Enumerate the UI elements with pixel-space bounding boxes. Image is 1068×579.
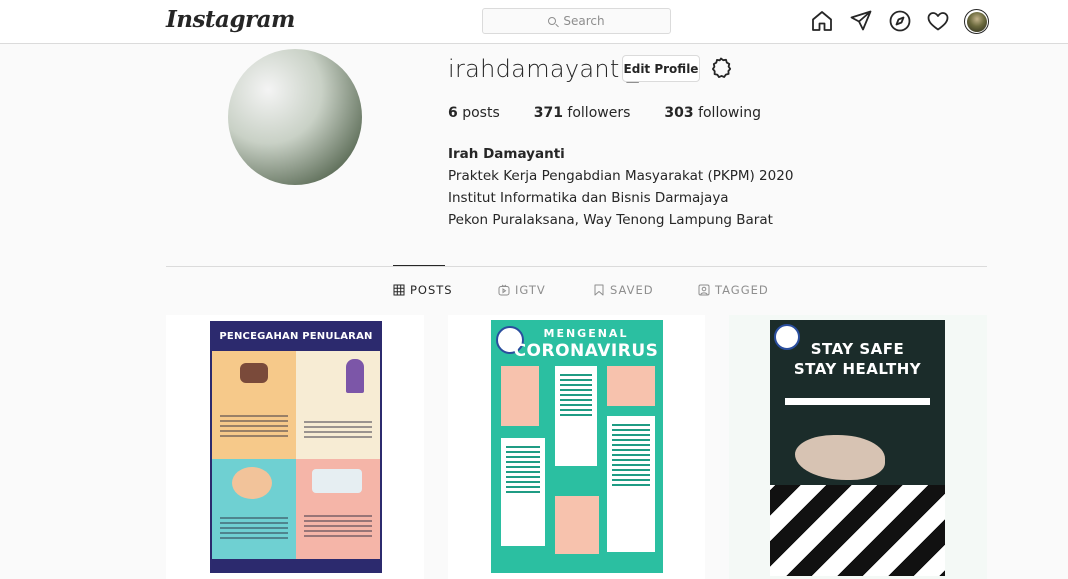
- post-thumbnail[interactable]: PENCEGAHAN PENULARAN: [166, 315, 424, 579]
- profile-bio: Irah Damayanti Praktek Kerja Pengabdian …: [448, 143, 793, 231]
- posts-count: 6 posts: [448, 105, 500, 121]
- poster-panel: [296, 351, 380, 459]
- bio-line: Pekon Puralaksana, Way Tenong Lampung Ba…: [448, 212, 773, 228]
- post-thumbnail[interactable]: STAY SAFE STAY HEALTHY: [729, 315, 987, 579]
- search-input[interactable]: Search: [482, 8, 671, 34]
- poster-clapperboard-stripes: [770, 485, 945, 576]
- activity-heart-icon[interactable]: [926, 9, 950, 33]
- tagged-user-icon: [698, 284, 710, 296]
- poster-banner: [785, 398, 930, 405]
- poster-panel: [607, 366, 655, 406]
- grid-icon: [393, 284, 405, 296]
- post-image-subtitle: STAY HEALTHY: [793, 360, 922, 378]
- profile-photo[interactable]: [228, 49, 362, 185]
- post-image-subtitle: MENGENAL: [543, 327, 629, 340]
- followers-count-label: followers: [567, 105, 631, 121]
- profile-username: irahdamayanti_: [448, 55, 639, 83]
- tab-igtv[interactable]: IGTV: [498, 283, 546, 297]
- bio-line: Praktek Kerja Pengabdian Masyarakat (PKP…: [448, 168, 794, 184]
- tab-posts[interactable]: POSTS: [393, 283, 453, 297]
- poster-panel: [212, 459, 296, 567]
- active-tab-indicator: [393, 265, 445, 266]
- posts-count-value: 6: [448, 105, 458, 121]
- search-icon: [548, 17, 557, 25]
- following-count-value: 303: [664, 105, 694, 121]
- post-image-stay-safe: STAY SAFE STAY HEALTHY: [770, 320, 945, 576]
- profile-stats: 6 posts 371 followers 303 following: [448, 105, 795, 121]
- poster-panel: [501, 438, 545, 546]
- poster-hand-illustration: [795, 435, 885, 480]
- search-placeholder: Search: [563, 14, 605, 28]
- post-thumbnail[interactable]: MENGENAL CORONAVIRUS: [448, 315, 705, 579]
- igtv-icon: [498, 284, 510, 296]
- tab-saved[interactable]: SAVED: [593, 283, 654, 297]
- poster-panel: [212, 351, 296, 459]
- profile-avatar-icon[interactable]: [964, 9, 989, 34]
- instagram-logo[interactable]: Instagram: [166, 6, 295, 33]
- explore-compass-icon[interactable]: [888, 9, 912, 33]
- following-count[interactable]: 303 following: [664, 105, 761, 121]
- tab-label: TAGGED: [715, 283, 769, 297]
- direct-message-icon[interactable]: [849, 9, 873, 33]
- poster-panel: [555, 496, 599, 554]
- posts-count-label: posts: [462, 105, 500, 121]
- post-image-title: PENCEGAHAN PENULARAN: [219, 330, 373, 342]
- following-count-label: following: [698, 105, 762, 121]
- tab-label: SAVED: [610, 283, 654, 297]
- tab-tagged[interactable]: TAGGED: [698, 283, 769, 297]
- post-image-coronavirus: MENGENAL CORONAVIRUS: [491, 320, 663, 573]
- top-navigation-bar: Instagram Search: [0, 0, 1068, 44]
- bio-line: Institut Informatika dan Bisnis Darmajay…: [448, 190, 729, 206]
- tab-label: POSTS: [410, 283, 453, 297]
- followers-count[interactable]: 371 followers: [534, 105, 631, 121]
- settings-gear-icon[interactable]: [709, 56, 733, 80]
- edit-profile-button[interactable]: Edit Profile: [622, 55, 700, 82]
- poster-panel: [296, 459, 380, 567]
- tabs-divider: [166, 266, 987, 267]
- poster-panel: [607, 416, 655, 552]
- profile-full-name: Irah Damayanti: [448, 146, 565, 162]
- home-icon[interactable]: [810, 9, 834, 33]
- post-image-pencegahan: PENCEGAHAN PENULARAN: [210, 321, 382, 573]
- followers-count-value: 371: [533, 105, 563, 121]
- poster-footer: [210, 559, 382, 573]
- post-image-title: CORONAVIRUS: [513, 341, 659, 361]
- bookmark-icon: [594, 284, 604, 296]
- post-image-title: STAY SAFE: [810, 340, 905, 358]
- poster-panel: [555, 366, 597, 466]
- profile-avatar-image: [966, 11, 987, 32]
- tab-label: IGTV: [515, 283, 546, 297]
- poster-panel: [501, 366, 539, 426]
